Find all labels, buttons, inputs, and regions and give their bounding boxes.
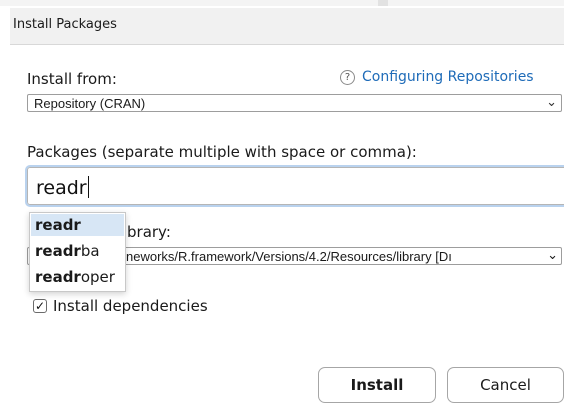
autocomplete-item[interactable]: readr	[31, 214, 124, 236]
packages-input[interactable]: readr	[25, 165, 564, 207]
autocomplete-item[interactable]: readrba	[31, 240, 124, 262]
dialog-titlebar: Install Packages	[10, 8, 564, 45]
chevron-down-icon: ⌄	[545, 247, 558, 263]
install-dependencies-label: Install dependencies	[53, 297, 208, 315]
question-mark-icon: ?	[340, 69, 355, 85]
target-library-value: neworks/R.framework/Versions/4.2/Resourc…	[126, 249, 452, 264]
packages-input-value: readr	[36, 176, 89, 199]
packages-label: Packages (separate multiple with space o…	[27, 143, 417, 161]
autocomplete-popup: readr readrba readroper	[29, 212, 126, 292]
autocomplete-item[interactable]: readroper	[31, 266, 124, 288]
install-dependencies-checkbox[interactable]: ✓	[33, 299, 47, 313]
window-top-edge	[0, 0, 564, 6]
configuring-repositories-link[interactable]: ? Configuring Repositories	[340, 69, 534, 85]
target-library-label: brary:	[127, 223, 171, 241]
install-from-select[interactable]: Repository (CRAN) ⌄	[27, 94, 562, 112]
install-from-value: Repository (CRAN)	[34, 96, 146, 111]
dialog-title: Install Packages	[13, 17, 117, 32]
install-button[interactable]: Install	[318, 367, 436, 403]
cancel-button[interactable]: Cancel	[447, 367, 564, 403]
resize-handle	[378, 0, 388, 6]
install-dependencies-row[interactable]: ✓ Install dependencies	[33, 297, 208, 315]
configuring-repositories-label: Configuring Repositories	[362, 69, 534, 85]
install-from-label: Install from:	[27, 70, 117, 88]
chevron-down-icon: ⌄	[546, 94, 557, 109]
text-caret	[87, 176, 89, 198]
install-packages-dialog: Install Packages Install from: ? Configu…	[0, 0, 564, 414]
